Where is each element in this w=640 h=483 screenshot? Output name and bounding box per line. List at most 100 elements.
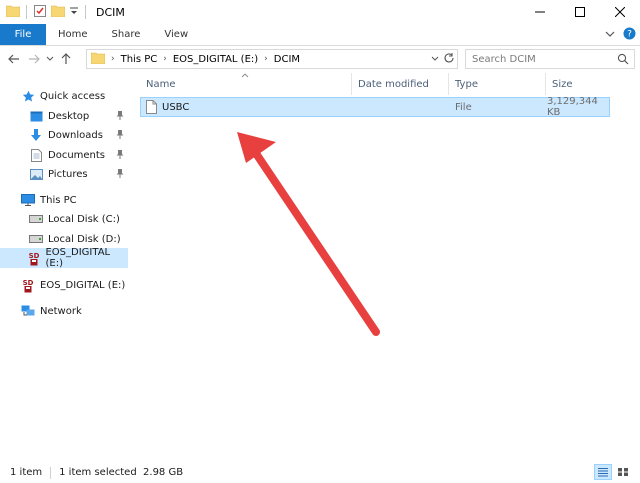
large-icons-view-button[interactable] [614, 464, 632, 480]
view-switcher [594, 464, 632, 480]
quick-access-toolbar [0, 4, 79, 21]
sidebar-item-local-disk-d[interactable]: Local Disk (D:) [28, 229, 130, 249]
svg-text:?: ? [627, 30, 632, 40]
address-bar[interactable]: › This PC › EOS_DIGITAL (E:) › DCIM [86, 49, 458, 69]
sidebar-item-eos-digital-e[interactable]: SD EOS_DIGITAL (E:) [0, 247, 128, 269]
sidebar-item-documents[interactable]: Documents [28, 145, 130, 165]
star-icon [20, 88, 36, 104]
status-divider [50, 466, 52, 479]
tab-view[interactable]: View [152, 24, 200, 45]
recent-locations-button[interactable] [44, 48, 56, 70]
ribbon-tabs: File Home Share View ? [0, 24, 640, 46]
properties-icon[interactable] [33, 4, 47, 21]
toolbar-divider [26, 5, 27, 19]
file-list: Name Date modified Type Size USBC File 3… [140, 73, 640, 458]
chevron-right-icon[interactable]: › [264, 54, 268, 64]
sidebar-item-downloads[interactable]: Downloads [28, 125, 130, 145]
sidebar-item-label: Documents [48, 149, 106, 161]
chevron-right-icon[interactable]: › [111, 54, 115, 64]
customize-toolbar-icon[interactable] [69, 6, 79, 19]
sidebar-item-network[interactable]: Network [20, 301, 130, 321]
minimize-button[interactable] [520, 0, 560, 24]
refresh-icon[interactable] [443, 52, 455, 67]
maximize-button[interactable] [560, 0, 600, 24]
folder-icon [5, 5, 21, 20]
sidebar-item-desktop[interactable]: Desktop [28, 106, 130, 126]
svg-text:SD: SD [23, 279, 34, 287]
table-row[interactable]: USBC File 3,129,344 KB [140, 96, 610, 118]
new-folder-icon[interactable] [50, 5, 66, 20]
sd-card-icon: SD [26, 250, 41, 266]
status-bar: 1 item 1 item selected 2.98 GB [0, 462, 640, 483]
file-name: USBC [162, 101, 190, 113]
download-arrow-icon [28, 127, 44, 143]
breadcrumb-dcim[interactable]: DCIM [274, 54, 300, 65]
breadcrumb-this-pc[interactable]: This PC [121, 54, 158, 65]
sidebar-item-eos-digital-removable[interactable]: SD EOS_DIGITAL (E:) [20, 275, 130, 295]
sidebar-item-quick-access[interactable]: Quick access [20, 86, 130, 106]
selection-summary: 1 item selected 2.98 GB [59, 467, 184, 478]
hard-drive-icon [28, 231, 44, 247]
pin-icon[interactable] [116, 168, 124, 181]
column-header-size[interactable]: Size [546, 73, 612, 95]
column-header-date-modified[interactable]: Date modified [352, 73, 449, 95]
hard-drive-icon [28, 211, 44, 227]
window-title: DCIM [96, 5, 125, 19]
pin-icon[interactable] [116, 149, 124, 162]
help-icon[interactable]: ? [623, 27, 636, 43]
window-controls [520, 0, 640, 24]
sd-card-icon: SD [20, 277, 36, 293]
sidebar-item-label: EOS_DIGITAL (E:) [45, 247, 111, 269]
documents-icon [28, 147, 44, 163]
tab-home[interactable]: Home [46, 24, 100, 45]
computer-icon [20, 192, 36, 208]
sidebar-item-label: Downloads [48, 129, 103, 141]
ribbon-controls: ? [605, 24, 636, 46]
file-date-cell [358, 98, 450, 116]
svg-text:SD: SD [28, 252, 39, 260]
sidebar-item-local-disk-c[interactable]: Local Disk (C:) [28, 209, 130, 229]
search-input[interactable] [472, 53, 612, 65]
file-size-cell: 3,129,344 KB [547, 96, 598, 118]
chevron-down-icon[interactable] [605, 29, 615, 42]
sidebar-item-label: EOS_DIGITAL (E:) [40, 279, 126, 291]
title-bar: DCIM [0, 0, 640, 24]
search-icon[interactable] [617, 53, 629, 68]
sidebar-item-label: Network [40, 305, 82, 317]
chevron-down-icon[interactable] [431, 54, 439, 65]
toolbar-divider [85, 5, 86, 19]
sidebar-item-label: Desktop [48, 110, 90, 122]
sidebar-item-label: Pictures [48, 168, 88, 180]
sidebar-item-label: This PC [40, 194, 77, 206]
pictures-icon [28, 166, 44, 182]
search-box[interactable] [465, 49, 635, 69]
network-icon [20, 303, 36, 319]
file-icon [146, 100, 157, 114]
sidebar-item-label: Quick access [40, 90, 106, 102]
tab-file[interactable]: File [0, 24, 46, 45]
sidebar-item-this-pc[interactable]: This PC [20, 190, 130, 210]
sidebar-item-pictures[interactable]: Pictures [28, 164, 130, 184]
back-button[interactable] [4, 48, 24, 70]
column-header-type[interactable]: Type [449, 73, 546, 95]
desktop-icon [28, 108, 44, 124]
up-button[interactable] [56, 48, 76, 70]
address-controls [431, 50, 455, 68]
close-button[interactable] [600, 0, 640, 24]
details-view-button[interactable] [594, 464, 612, 480]
chevron-right-icon[interactable]: › [163, 54, 167, 64]
item-count: 1 item [10, 467, 43, 478]
navigation-row: › This PC › EOS_DIGITAL (E:) › DCIM [0, 47, 640, 71]
tab-share[interactable]: Share [100, 24, 153, 45]
pin-icon[interactable] [116, 129, 124, 142]
sidebar-item-label: Local Disk (C:) [48, 213, 120, 225]
folder-icon [90, 52, 106, 67]
navigation-pane: Quick access Desktop Downloads Documents [0, 74, 134, 454]
sidebar-item-label: Local Disk (D:) [48, 233, 121, 245]
column-header-name[interactable]: Name [140, 73, 352, 95]
file-name-cell: USBC [146, 98, 351, 116]
forward-button[interactable] [24, 48, 44, 70]
file-type-cell: File [455, 101, 472, 113]
pin-icon[interactable] [116, 110, 124, 123]
breadcrumb-eos-digital[interactable]: EOS_DIGITAL (E:) [173, 54, 258, 65]
